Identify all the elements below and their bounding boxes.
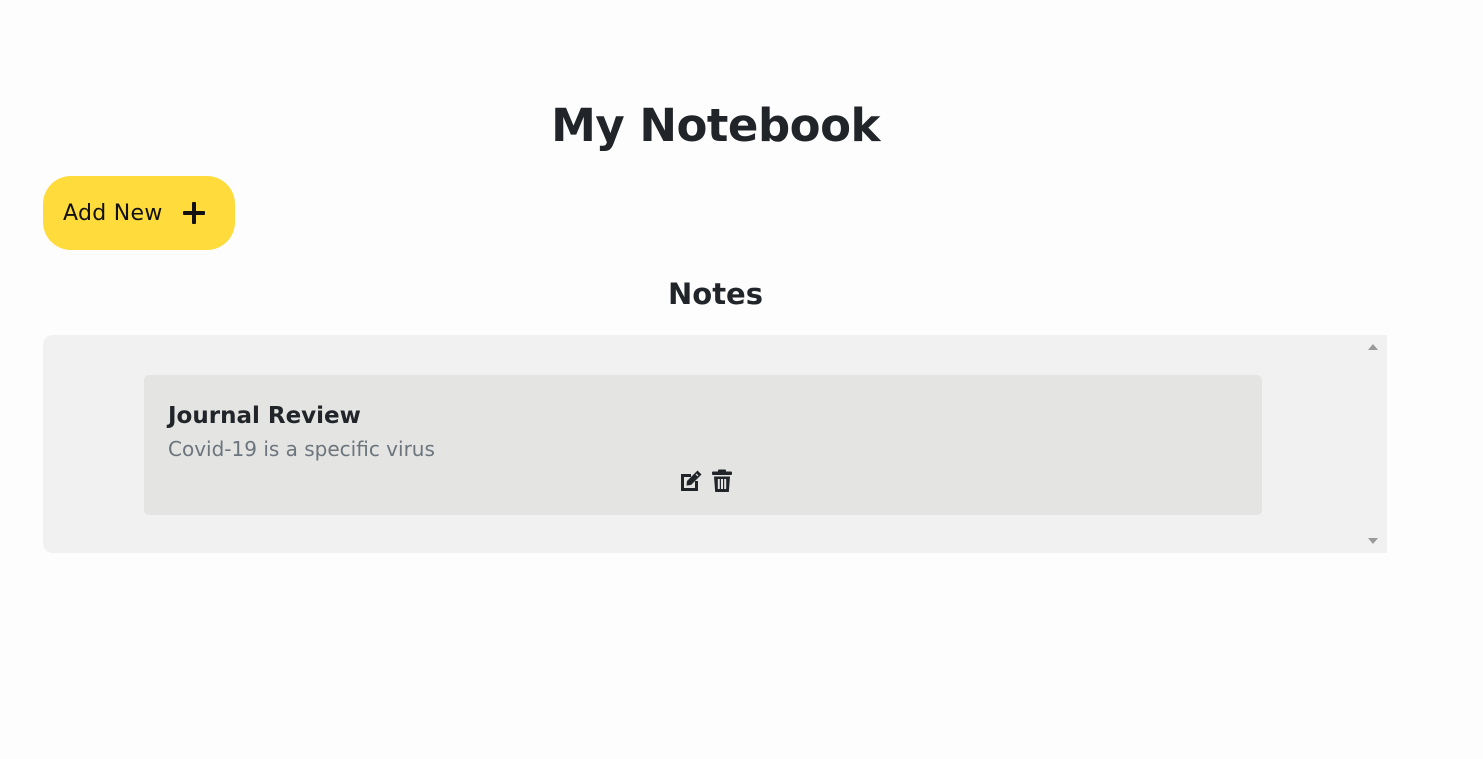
trash-icon[interactable] xyxy=(709,468,735,494)
note-card: Journal Review Covid-19 is a specific vi… xyxy=(144,375,1262,515)
add-new-label: Add New xyxy=(63,200,163,226)
note-actions xyxy=(678,468,735,494)
plus-icon xyxy=(182,202,205,224)
note-description: Covid-19 is a specific virus xyxy=(168,437,435,461)
scroll-up-arrow-icon[interactable] xyxy=(1368,344,1378,350)
notes-list[interactable]: Journal Review Covid-19 is a specific vi… xyxy=(43,335,1387,553)
note-title: Journal Review xyxy=(168,403,361,429)
add-new-button[interactable]: Add New xyxy=(43,176,235,250)
scroll-down-arrow-icon[interactable] xyxy=(1368,538,1378,544)
notes-section-title: Notes xyxy=(668,277,763,311)
edit-icon[interactable] xyxy=(678,468,704,494)
notebook-page: My Notebook Add New Notes Journal Review… xyxy=(0,0,1483,759)
page-title: My Notebook xyxy=(551,99,880,152)
